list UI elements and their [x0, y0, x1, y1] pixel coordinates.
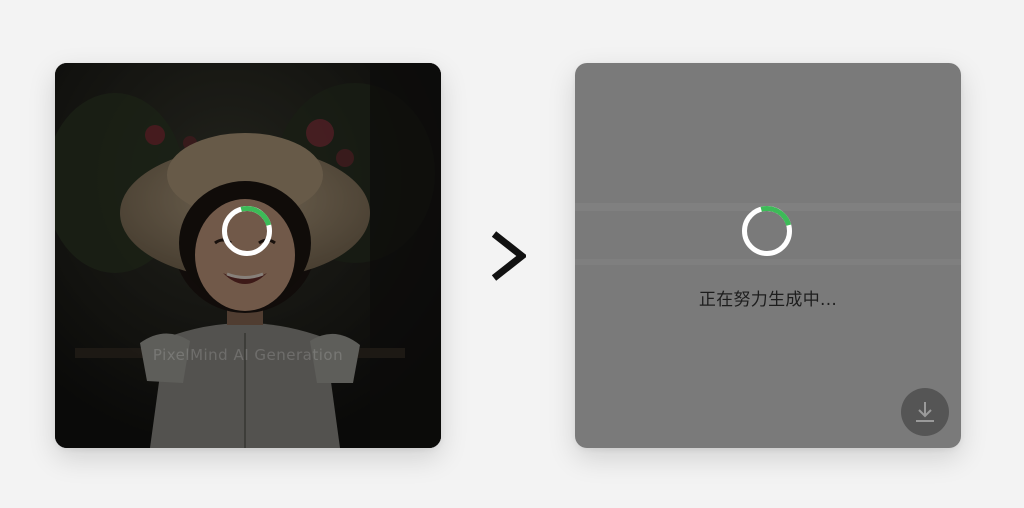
download-button[interactable] [901, 388, 949, 436]
watermark-text: PixelMind AI Generation [152, 346, 344, 364]
download-icon [916, 402, 934, 422]
scan-band [575, 259, 961, 265]
loading-spinner-icon [222, 206, 272, 256]
image-generation-view: PixelMind AI Generation 正在努力生成中... [0, 0, 1024, 508]
loading-spinner-icon [742, 206, 792, 256]
chevron-right-icon [491, 231, 526, 281]
result-image-card: 正在努力生成中... [575, 63, 961, 448]
source-image-card: PixelMind AI Generation [55, 63, 441, 448]
generation-status-text: 正在努力生成中... [698, 290, 838, 310]
